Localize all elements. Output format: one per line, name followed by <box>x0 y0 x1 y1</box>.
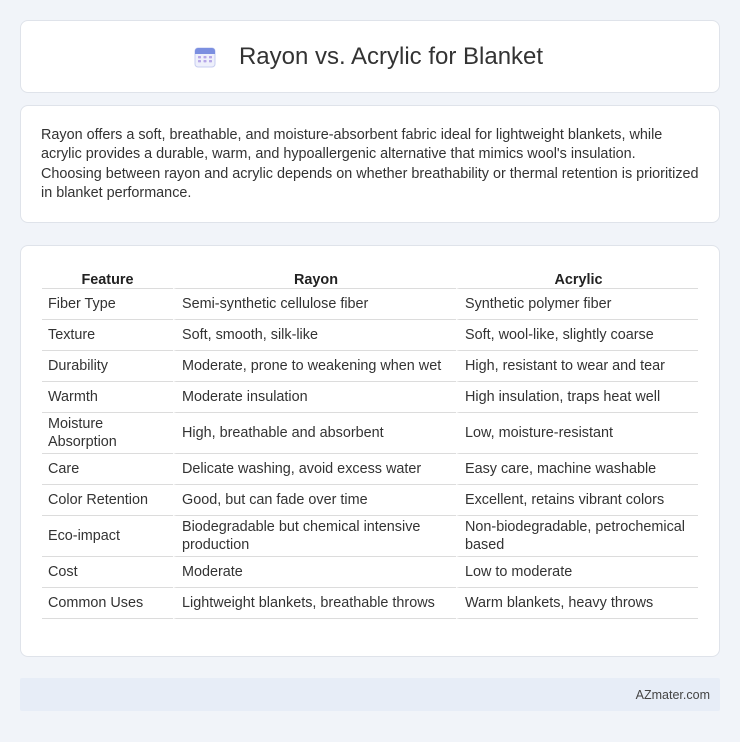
description-card: Rayon offers a soft, breathable, and moi… <box>20 105 720 223</box>
page-title: Rayon vs. Acrylic for Blanket <box>238 42 544 70</box>
feature-cell: Durability <box>42 351 173 382</box>
acrylic-cell: Low to moderate <box>456 557 698 588</box>
title-wrap: Rayon vs. Acrylic for Blanket <box>193 43 543 71</box>
feature-cell: Eco-impact <box>42 516 173 557</box>
table-row: Care Delicate washing, avoid excess wate… <box>42 454 698 485</box>
feature-cell: Warmth <box>42 382 173 413</box>
table-row: Common Uses Lightweight blankets, breath… <box>42 588 698 619</box>
rayon-cell: Moderate, prone to weakening when wet <box>173 351 456 382</box>
rayon-cell: High, breathable and absorbent <box>173 413 456 454</box>
rayon-cell: Moderate <box>173 557 456 588</box>
rayon-cell: Soft, smooth, silk-like <box>173 320 456 351</box>
feature-cell: Cost <box>42 557 173 588</box>
acrylic-cell: Easy care, machine washable <box>456 454 698 485</box>
feature-cell: Common Uses <box>42 588 173 619</box>
table-row: Durability Moderate, prone to weakening … <box>42 351 698 382</box>
rayon-cell: Moderate insulation <box>173 382 456 413</box>
feature-cell: Care <box>42 454 173 485</box>
acrylic-cell: Warm blankets, heavy throws <box>456 588 698 619</box>
description-text: Rayon offers a soft, breathable, and moi… <box>41 127 699 202</box>
rayon-cell: Good, but can fade over time <box>173 485 456 516</box>
table-row: Texture Soft, smooth, silk-like Soft, wo… <box>42 320 698 351</box>
table-row: Warmth Moderate insulation High insulati… <box>42 382 698 413</box>
acrylic-cell: Soft, wool-like, slightly coarse <box>456 320 698 351</box>
header-rayon: Rayon <box>173 268 456 289</box>
acrylic-cell: High, resistant to wear and tear <box>456 351 698 382</box>
table-row: Eco-impact Biodegradable but chemical in… <box>42 516 698 557</box>
header-feature: Feature <box>42 268 173 289</box>
title-card: Rayon vs. Acrylic for Blanket <box>20 20 720 93</box>
rayon-cell: Delicate washing, avoid excess water <box>173 454 456 485</box>
feature-cell: Color Retention <box>42 485 173 516</box>
acrylic-cell: Synthetic polymer fiber <box>456 289 698 320</box>
table-row: Color Retention Good, but can fade over … <box>42 485 698 516</box>
rayon-cell: Biodegradable but chemical intensive pro… <box>173 516 456 557</box>
feature-cell: Fiber Type <box>42 289 173 320</box>
header-acrylic: Acrylic <box>456 268 698 289</box>
table-row: Moisture Absorption High, breathable and… <box>42 413 698 454</box>
calendar-icon <box>194 47 216 67</box>
acrylic-cell: Low, moisture-resistant <box>456 413 698 454</box>
acrylic-cell: High insulation, traps heat well <box>456 382 698 413</box>
rayon-cell: Semi-synthetic cellulose fiber <box>173 289 456 320</box>
table-row: Cost Moderate Low to moderate <box>42 557 698 588</box>
table-header-row: Feature Rayon Acrylic <box>42 268 698 289</box>
footer: AZmater.com <box>20 678 720 711</box>
feature-cell: Texture <box>42 320 173 351</box>
rayon-cell: Lightweight blankets, breathable throws <box>173 588 456 619</box>
acrylic-cell: Non-biodegradable, petrochemical based <box>456 516 698 557</box>
footer-brand: AZmater.com <box>635 687 710 702</box>
comparison-table: Feature Rayon Acrylic Fiber Type Semi-sy… <box>42 268 698 619</box>
feature-cell: Moisture Absorption <box>42 413 173 454</box>
table-row: Fiber Type Semi-synthetic cellulose fibe… <box>42 289 698 320</box>
acrylic-cell: Excellent, retains vibrant colors <box>456 485 698 516</box>
comparison-card: Feature Rayon Acrylic Fiber Type Semi-sy… <box>20 245 720 657</box>
